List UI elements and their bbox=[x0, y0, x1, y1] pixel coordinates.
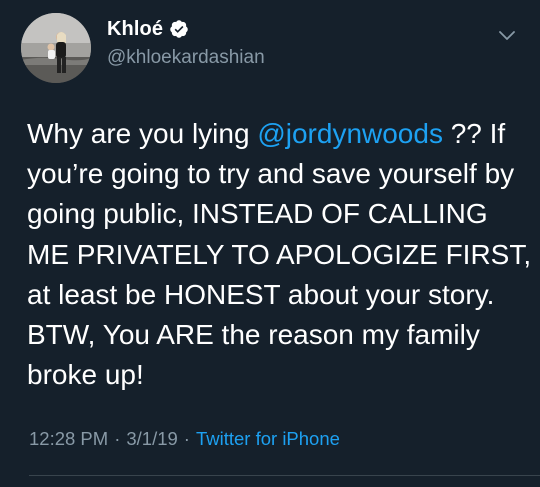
tweet-text-line: ME PRIVATELY TO APOLOGIZE FIRST, bbox=[27, 235, 531, 275]
tweet-text: Why are you lying @jordynwoods ?? If you’… bbox=[27, 114, 531, 395]
user-name-row[interactable]: Khloé bbox=[107, 16, 189, 42]
tweet-text-segment: at least be HONEST about your story. bbox=[27, 278, 495, 310]
mention-link[interactable]: @jordynwoods bbox=[257, 118, 443, 149]
avatar[interactable] bbox=[21, 13, 91, 83]
tweet-text-line: you’re going to try and save yourself by bbox=[27, 154, 527, 194]
tweet-text-line: going public, INSTEAD OF CALLING bbox=[27, 194, 527, 234]
tweet-text-segment: ME PRIVATELY TO APOLOGIZE FIRST, bbox=[27, 238, 532, 270]
tweet-text-segment: ?? If bbox=[442, 118, 506, 149]
verified-badge-icon bbox=[169, 19, 189, 39]
tweet-time[interactable]: 12:28 PM bbox=[29, 428, 108, 450]
tweet-date[interactable]: 3/1/19 bbox=[126, 428, 177, 450]
meta-separator: · bbox=[114, 428, 121, 449]
tweet-meta: 12:28 PM · 3/1/19 · Twitter for iPhone bbox=[29, 428, 340, 450]
tweet-text-segment: Why are you lying bbox=[27, 118, 258, 149]
tweet-text-segment: BTW, You ARE the reason my family bbox=[27, 319, 480, 351]
avatar-photo bbox=[21, 13, 91, 83]
user-handle[interactable]: @khloekardashian bbox=[107, 47, 265, 69]
tweet-text-segment: broke up! bbox=[27, 359, 144, 391]
display-name[interactable]: Khloé bbox=[107, 18, 163, 41]
tweet-text-segment: you’re going to try and save yourself by bbox=[27, 158, 515, 190]
tweet-text-line: Why are you lying @jordynwoods ?? If bbox=[27, 114, 527, 154]
tweet-card: Khloé @khloekardashian Why are you lying… bbox=[0, 0, 540, 487]
tweet-text-line: broke up! bbox=[27, 355, 527, 395]
chevron-down-icon[interactable] bbox=[496, 24, 518, 46]
tweet-text-segment: going public, INSTEAD OF CALLING bbox=[27, 198, 488, 230]
divider bbox=[29, 475, 540, 476]
tweet-source-link[interactable]: Twitter for iPhone bbox=[196, 428, 340, 450]
meta-separator: · bbox=[183, 428, 190, 449]
tweet-text-line: at least be HONEST about your story. bbox=[27, 275, 527, 315]
tweet-text-line: BTW, You ARE the reason my family bbox=[27, 315, 527, 355]
